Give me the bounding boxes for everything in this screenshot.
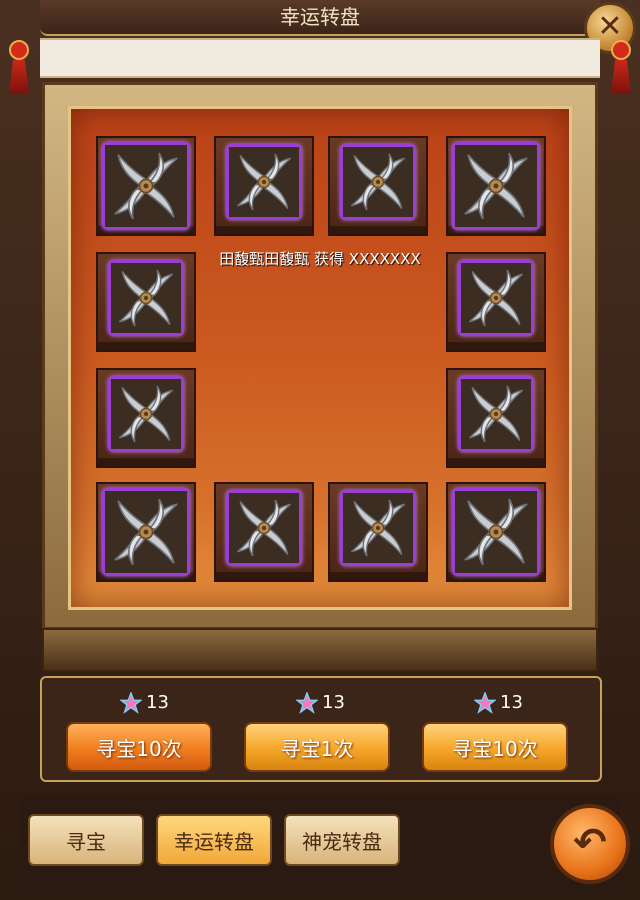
prize-slot[interactable] bbox=[446, 482, 546, 582]
shuriken-icon bbox=[340, 490, 416, 566]
shuriken-icon bbox=[226, 490, 302, 566]
shuriken-icon bbox=[226, 144, 302, 220]
cost-value: 13 bbox=[500, 692, 523, 713]
cost-display: 13 bbox=[296, 690, 376, 716]
tab-treasure-hunt[interactable]: 寻宝 bbox=[28, 814, 144, 866]
tab-pet-wheel[interactable]: 神宠转盘 bbox=[284, 814, 400, 866]
shuriken-icon bbox=[458, 376, 534, 452]
shuriken-icon bbox=[452, 142, 540, 230]
back-arrow-icon: ↶ bbox=[573, 820, 607, 866]
tassel-right-decoration bbox=[610, 40, 632, 100]
prize-slot[interactable] bbox=[96, 368, 196, 468]
star-gem-icon bbox=[296, 692, 318, 714]
close-icon: ✕ bbox=[597, 9, 623, 44]
cost-display: 13 bbox=[120, 690, 200, 716]
header-ribbon bbox=[40, 38, 600, 78]
cost-value: 13 bbox=[322, 692, 345, 713]
window-title: 幸运转盘 bbox=[40, 0, 600, 36]
tassel-left-decoration bbox=[8, 40, 30, 100]
prize-slot[interactable] bbox=[328, 482, 428, 582]
prize-slot[interactable] bbox=[96, 482, 196, 582]
shuriken-icon bbox=[340, 144, 416, 220]
cost-display: 13 bbox=[474, 690, 554, 716]
prize-slot[interactable] bbox=[96, 136, 196, 236]
shuriken-icon bbox=[102, 142, 190, 230]
back-button[interactable]: ↶ bbox=[550, 804, 630, 884]
shuriken-icon bbox=[452, 488, 540, 576]
search-10x-button[interactable]: 寻宝10次 bbox=[66, 722, 212, 772]
shuriken-icon bbox=[458, 260, 534, 336]
prize-slot[interactable] bbox=[96, 252, 196, 352]
shuriken-icon bbox=[108, 260, 184, 336]
star-gem-icon bbox=[474, 692, 496, 714]
star-gem-icon bbox=[120, 692, 142, 714]
cost-value: 13 bbox=[146, 692, 169, 713]
prize-slot[interactable] bbox=[214, 136, 314, 236]
search-1x-button[interactable]: 寻宝1次 bbox=[244, 722, 390, 772]
prize-slot[interactable] bbox=[446, 368, 546, 468]
prize-slot[interactable] bbox=[446, 136, 546, 236]
prize-slot[interactable] bbox=[214, 482, 314, 582]
prize-slot[interactable] bbox=[328, 136, 428, 236]
shuriken-icon bbox=[108, 376, 184, 452]
search-10x-button-alt[interactable]: 寻宝10次 bbox=[422, 722, 568, 772]
winner-announcement: 田馥甄田馥甄 获得 XXXXXXX bbox=[219, 250, 421, 268]
prize-slot[interactable] bbox=[446, 252, 546, 352]
shuriken-icon bbox=[102, 488, 190, 576]
tab-lucky-wheel[interactable]: 幸运转盘 bbox=[156, 814, 272, 866]
board-base-decoration bbox=[42, 628, 598, 672]
